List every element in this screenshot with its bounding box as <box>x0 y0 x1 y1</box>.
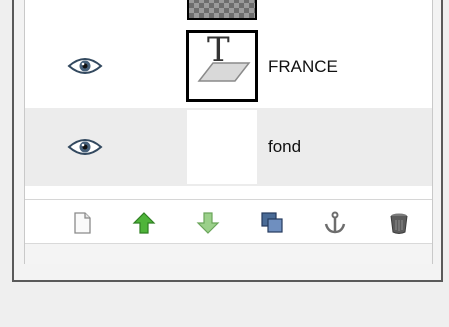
layer-row-france[interactable]: T FRANCE <box>25 26 432 106</box>
dialog-footer <box>25 243 432 264</box>
duplicate-layer-icon[interactable] <box>259 210 285 236</box>
text-layer-thumbnail: T <box>186 30 258 102</box>
lower-layer-icon[interactable] <box>195 210 221 236</box>
layer-name-fond: fond <box>268 137 302 156</box>
layer-thumbnail-checkerboard <box>187 0 257 20</box>
eye-icon[interactable] <box>67 136 103 158</box>
layer-name-france: FRANCE <box>268 57 338 76</box>
text-layer-glyph: T <box>207 33 230 70</box>
layers-list: T FRANCE fond <box>24 0 433 264</box>
new-layer-icon[interactable] <box>69 210 95 236</box>
layers-toolbar <box>25 199 432 244</box>
layer-row-fond[interactable]: fond <box>25 108 432 186</box>
delete-layer-icon[interactable] <box>386 210 412 236</box>
layer-thumbnail-white <box>187 110 257 184</box>
eye-icon[interactable] <box>67 55 103 77</box>
raise-layer-icon[interactable] <box>131 210 157 236</box>
layer-row-transparent[interactable] <box>25 0 432 24</box>
layers-dialog: T FRANCE fond <box>12 0 443 282</box>
anchor-layer-icon[interactable] <box>322 210 348 236</box>
